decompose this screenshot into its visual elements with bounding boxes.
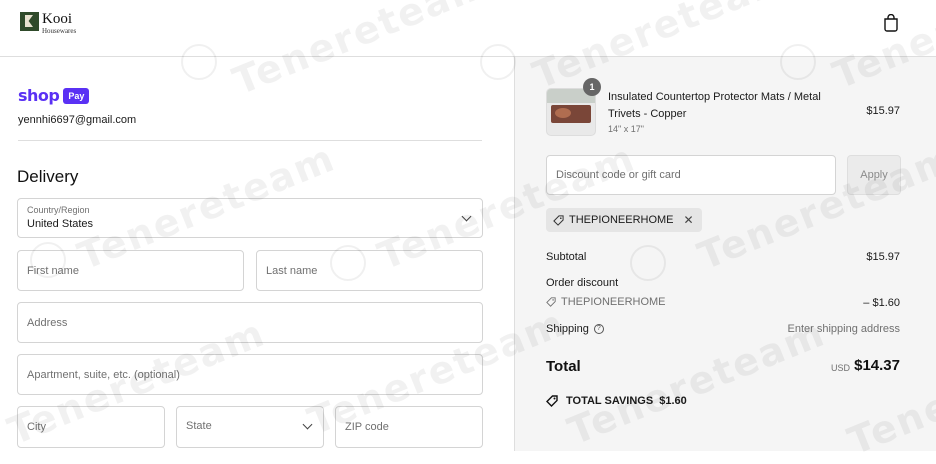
savings-value: $1.60 xyxy=(659,395,687,407)
zip-placeholder: ZIP code xyxy=(345,421,389,433)
country-label: Country/Region xyxy=(27,205,90,215)
address-placeholder: Address xyxy=(27,317,68,329)
city-placeholder: City xyxy=(27,421,46,433)
discount-code-line: THEPIONEERHOME xyxy=(546,296,666,308)
store-logo[interactable]: Kooi Housewares xyxy=(20,12,76,35)
state-select[interactable]: State xyxy=(176,406,324,448)
order-summary: 1 Insulated Countertop Protector Mats / … xyxy=(514,57,936,451)
first-name-placeholder: First name xyxy=(27,265,79,277)
subtotal-value: $15.97 xyxy=(866,251,900,263)
applied-code-text: THEPIONEERHOME xyxy=(569,214,674,226)
order-discount-label: Order discount xyxy=(546,277,619,289)
product-variant: 14" x 17" xyxy=(608,124,644,134)
discount-code-input[interactable]: Discount code or gift card xyxy=(546,155,836,195)
shipping-row: Shipping? xyxy=(546,323,604,335)
country-select[interactable]: Country/Region United States xyxy=(17,198,483,238)
shop-pay-button[interactable]: shop Pay xyxy=(18,86,90,105)
total-savings: TOTAL SAVINGS $1.60 xyxy=(546,395,687,407)
subtotal-label: Subtotal xyxy=(546,251,587,263)
savings-label: TOTAL SAVINGS xyxy=(566,395,654,407)
brand-subtitle: Housewares xyxy=(42,27,77,35)
divider xyxy=(18,140,482,141)
last-name-placeholder: Last name xyxy=(266,265,318,277)
apartment-field[interactable]: Apartment, suite, etc. (optional) xyxy=(17,354,483,395)
checkout-form: shop Pay yennhi6697@gmail.com Delivery C… xyxy=(0,57,514,451)
quantity-badge: 1 xyxy=(583,78,601,96)
total-currency: USD xyxy=(830,363,850,373)
help-icon[interactable]: ? xyxy=(593,324,604,335)
shipping-label: Shipping xyxy=(546,323,589,335)
zip-field[interactable]: ZIP code xyxy=(335,406,483,448)
apartment-placeholder: Apartment, suite, etc. (optional) xyxy=(27,369,180,381)
shipping-value: Enter shipping address xyxy=(787,323,900,335)
first-name-field[interactable]: First name xyxy=(17,250,244,291)
savings-tag-icon xyxy=(546,395,558,407)
brand-name: Kooi xyxy=(42,11,72,27)
discount-code-text: THEPIONEERHOME xyxy=(561,296,666,308)
discount-value: – $1.60 xyxy=(863,297,900,309)
address-field[interactable]: Address xyxy=(17,302,483,343)
country-value: United States xyxy=(27,218,94,230)
tag-icon xyxy=(546,297,556,307)
chevron-down-icon xyxy=(302,419,313,430)
product-title: Insulated Countertop Protector Mats / Me… xyxy=(608,91,821,120)
remove-code-icon[interactable]: ✕ xyxy=(684,213,694,227)
logo-mark-icon xyxy=(20,12,39,31)
applied-code-chip: THEPIONEERHOME ✕ xyxy=(546,208,702,232)
state-placeholder: State xyxy=(186,420,212,432)
discount-placeholder: Discount code or gift card xyxy=(556,169,681,181)
last-name-field[interactable]: Last name xyxy=(256,250,483,291)
pay-badge: Pay xyxy=(63,87,90,104)
city-field[interactable]: City xyxy=(17,406,165,448)
total-label: Total xyxy=(546,358,581,375)
apply-button[interactable]: Apply xyxy=(847,155,901,195)
shopping-bag-icon[interactable] xyxy=(883,14,899,32)
tag-icon xyxy=(553,214,564,226)
delivery-heading: Delivery xyxy=(17,167,79,186)
header: Kooi Housewares xyxy=(0,0,936,57)
chevron-down-icon xyxy=(461,211,472,222)
shop-wordmark: shop xyxy=(18,86,60,105)
total-value: $14.37 xyxy=(854,357,900,374)
contact-email: yennhi6697@gmail.com xyxy=(18,114,137,126)
product-price: $15.97 xyxy=(866,105,900,117)
